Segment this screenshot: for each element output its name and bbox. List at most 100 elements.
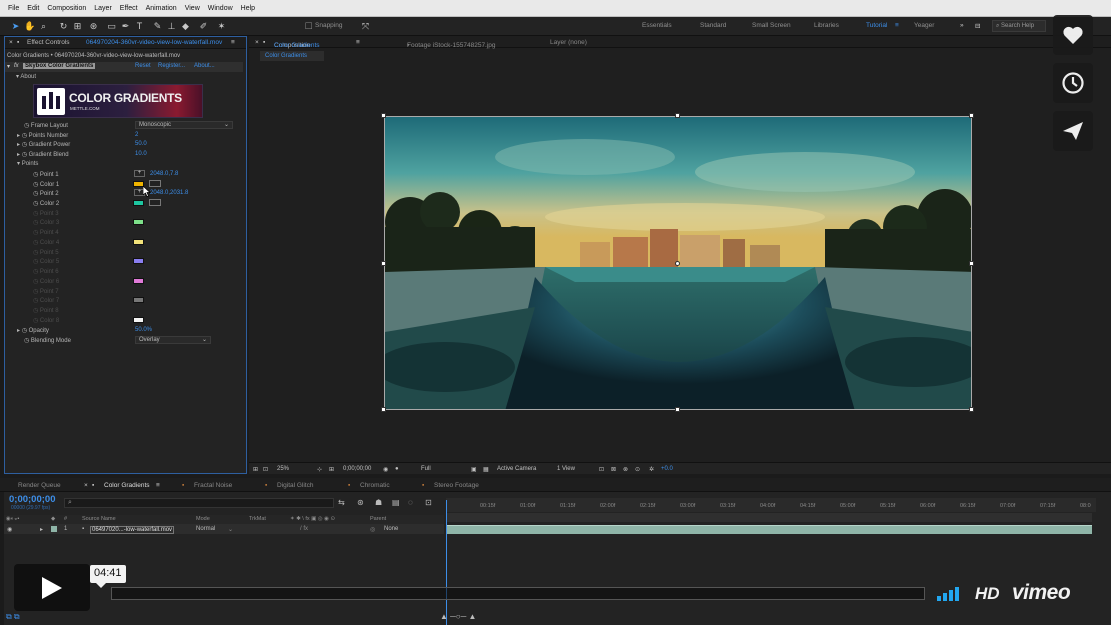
layer-switch-fx-icon[interactable]: / fx: [300, 526, 308, 532]
stopwatch-icon[interactable]: ◷: [33, 182, 40, 188]
about-link[interactable]: About...: [194, 63, 215, 69]
tab-fractal-noise[interactable]: Fractal Noise: [194, 482, 232, 489]
snap-options-icon[interactable]: ⤧: [360, 20, 371, 32]
time-ruler[interactable]: 00:15f 01:00f 01:15f 02:00f 02:15f 03:00…: [446, 498, 1096, 512]
transform-handle[interactable]: [675, 407, 680, 412]
text-tool-icon[interactable]: T: [134, 20, 145, 32]
resolution-dropdown[interactable]: Full: [421, 466, 431, 472]
brush-tool-icon[interactable]: ✎: [152, 20, 163, 32]
points-group-toggle[interactable]: ▾ Points: [17, 160, 38, 167]
exposure-icon[interactable]: ✲: [649, 466, 654, 473]
layer-mode-dropdown[interactable]: Normal: [196, 526, 215, 532]
column-source-name[interactable]: Source Name: [82, 516, 116, 522]
eraser-tool-icon[interactable]: ◆: [180, 20, 191, 32]
tab-render-queue[interactable]: Render Queue: [18, 482, 61, 489]
grid-icon[interactable]: ⊞: [329, 466, 334, 473]
selection-tool-icon[interactable]: ➤: [10, 20, 21, 32]
hand-tool-icon[interactable]: ✋: [24, 20, 35, 32]
stopwatch-icon[interactable]: ◷: [33, 201, 40, 207]
viewer-timecode[interactable]: 0;00;00;00: [343, 466, 371, 472]
stopwatch-icon[interactable]: ◷: [33, 172, 40, 178]
points-number-value[interactable]: 2: [135, 132, 138, 138]
transform-handle[interactable]: [969, 261, 974, 266]
play-button[interactable]: [14, 564, 90, 611]
menu-effect[interactable]: Effect: [120, 5, 138, 12]
roi-icon[interactable]: ▣: [471, 466, 477, 473]
transform-handle[interactable]: [675, 113, 680, 118]
eyedropper-icon[interactable]: [149, 199, 161, 206]
stopwatch-icon[interactable]: ◷: [24, 123, 31, 129]
tab-menu-icon[interactable]: ≡: [156, 482, 160, 489]
zoom-dropdown[interactable]: 25%: [277, 466, 289, 472]
puppet-tool-icon[interactable]: ✶: [216, 20, 227, 32]
stopwatch-icon[interactable]: ◷: [33, 191, 40, 197]
timeline-icon[interactable]: ⊠: [611, 466, 616, 473]
stopwatch-icon[interactable]: ◷: [22, 152, 29, 158]
volume-control[interactable]: [937, 587, 965, 601]
stopwatch-icon[interactable]: ◷: [22, 328, 29, 334]
about-group-toggle[interactable]: ▾ About: [16, 73, 36, 80]
draft-3d-icon[interactable]: ⊛: [357, 498, 364, 507]
flowchart-icon[interactable]: ⊗: [623, 466, 628, 473]
menu-composition[interactable]: Composition: [47, 5, 86, 12]
share-button[interactable]: [1053, 111, 1093, 151]
exposure-value[interactable]: +0.0: [661, 466, 673, 472]
always-preview-icon[interactable]: ⊞: [253, 466, 258, 473]
hide-shy-icon[interactable]: ☗: [375, 498, 382, 507]
camera-dropdown[interactable]: Active Camera: [497, 466, 536, 472]
pen-tool-icon[interactable]: ✒: [120, 20, 131, 32]
menu-window[interactable]: Window: [208, 5, 233, 12]
node-icon[interactable]: ⊙: [635, 466, 640, 473]
gradient-blend-value[interactable]: 10.0: [135, 151, 147, 157]
layer-duration-bar[interactable]: [447, 525, 1092, 534]
stopwatch-icon[interactable]: ◷: [22, 142, 29, 148]
tab-digital-glitch[interactable]: Digital Glitch: [277, 482, 313, 489]
layer-parent-dropdown[interactable]: None: [384, 526, 398, 532]
workspace-essentials[interactable]: Essentials: [642, 22, 672, 29]
effect-header-row[interactable]: ▾ fx Skybox Color Gradients Reset Regist…: [5, 62, 243, 72]
rectangle-tool-icon[interactable]: ▭: [106, 20, 117, 32]
tab-stereo-footage[interactable]: Stereo Footage: [434, 482, 479, 489]
zoom-out-icon[interactable]: ▲ ─○─ ▲: [440, 612, 476, 621]
progress-bar[interactable]: [111, 587, 925, 600]
frame-layout-dropdown[interactable]: Monoscopic ⌄: [135, 121, 233, 129]
menu-edit[interactable]: Edit: [27, 5, 39, 12]
effect-toggle-icon[interactable]: ▾: [7, 63, 10, 70]
timeline-timecode[interactable]: 0;00;00;00: [9, 494, 55, 505]
region-icon[interactable]: ⊡: [263, 466, 268, 473]
register-link[interactable]: Register...: [158, 63, 185, 69]
work-area-bar[interactable]: [447, 513, 1092, 522]
pickwhip-icon[interactable]: ◎: [370, 526, 375, 533]
point1-value[interactable]: 2048.0,7.8: [150, 171, 178, 177]
expand-icon[interactable]: ▸: [40, 526, 43, 533]
workspace-small-screen[interactable]: Small Screen: [752, 22, 791, 29]
effect-controls-tab-file[interactable]: 064970204-360vr-video-view-low-waterfall…: [86, 39, 222, 46]
visibility-icon[interactable]: ◉: [7, 526, 12, 533]
workspace-libraries[interactable]: Libraries: [814, 22, 839, 29]
current-time-indicator[interactable]: [446, 500, 447, 625]
camera-tool-icon[interactable]: ⊞: [72, 20, 83, 32]
motion-blur-icon[interactable]: ◌: [408, 498, 413, 507]
crosshair-icon[interactable]: +: [134, 170, 145, 177]
fast-preview-icon[interactable]: ⊡: [599, 466, 604, 473]
views-dropdown[interactable]: 1 View: [557, 466, 575, 472]
more-workspaces-icon[interactable]: »: [960, 22, 964, 29]
watch-later-button[interactable]: [1053, 63, 1093, 103]
effect-controls-tab[interactable]: Effect Controls: [27, 39, 70, 46]
close-tab-icon[interactable]: ×: [84, 482, 88, 489]
roto-brush-tool-icon[interactable]: ✐: [198, 20, 209, 32]
fit-icon[interactable]: ⊹: [317, 466, 322, 473]
lock-icon[interactable]: ▪: [263, 39, 265, 46]
workspace-yeager[interactable]: Yeager: [914, 22, 934, 29]
menu-layer[interactable]: Layer: [94, 5, 112, 12]
like-button[interactable]: [1053, 15, 1093, 55]
vimeo-logo[interactable]: vimeo: [1012, 581, 1071, 605]
tab-color-gradients[interactable]: Color Gradients: [104, 482, 150, 489]
menu-file[interactable]: File: [8, 5, 19, 12]
toggle-switches-icon[interactable]: ⧉ ⧉: [6, 612, 20, 622]
menu-help[interactable]: Help: [241, 5, 255, 12]
transform-handle[interactable]: [969, 407, 974, 412]
column-trkmat[interactable]: TrkMat: [249, 516, 266, 522]
workspace-tutorial[interactable]: Tutorial: [866, 22, 887, 29]
panel-menu-icon[interactable]: ≡: [231, 39, 235, 46]
